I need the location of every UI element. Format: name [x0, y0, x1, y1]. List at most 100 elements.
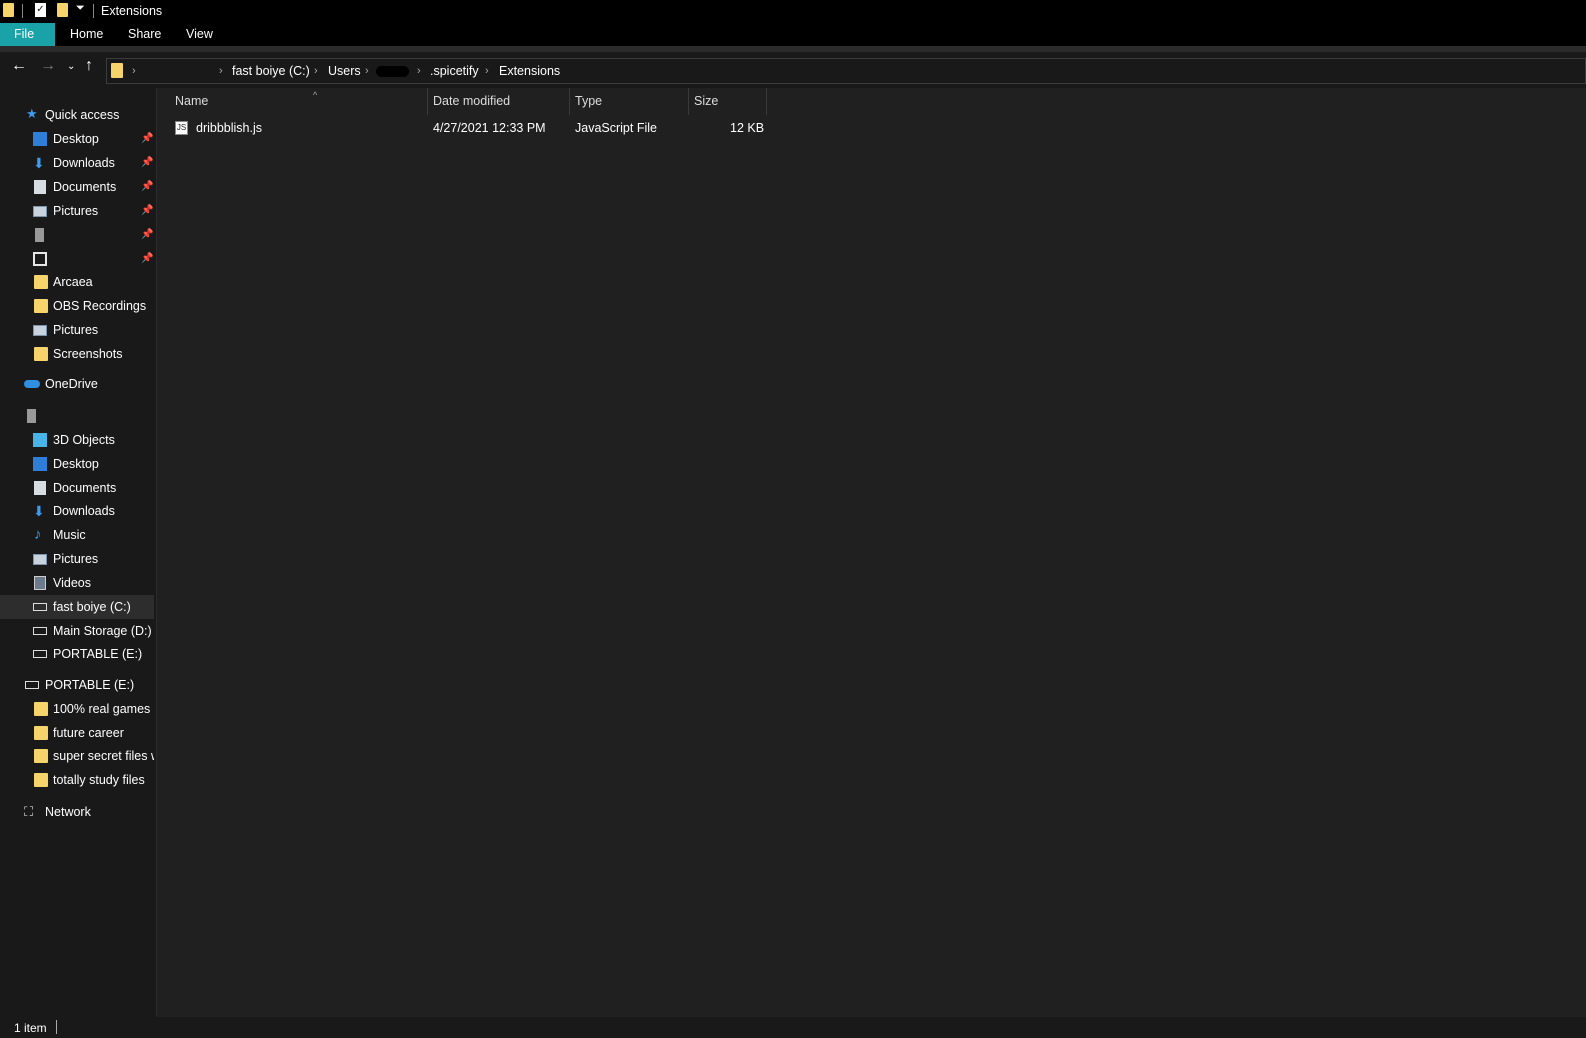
column-header-size[interactable]: Size	[694, 88, 764, 115]
computer-icon	[27, 409, 36, 423]
tab-share[interactable]: Share	[114, 23, 175, 46]
recent-locations-chevron-icon[interactable]: ⌄	[67, 61, 75, 72]
recycle-bin-icon	[33, 252, 47, 266]
cube-icon	[33, 433, 47, 447]
sidebar-item-pc-desktop[interactable]: Desktop	[0, 452, 154, 476]
tab-view[interactable]: View	[172, 23, 227, 46]
sidebar-item-real-games[interactable]: 100% real games nc	[0, 697, 154, 721]
sort-ascending-icon: ^	[313, 90, 318, 100]
item-count: 1 item	[14, 1021, 47, 1035]
sidebar-item-screenshots[interactable]: Screenshots	[0, 342, 154, 366]
address-bar[interactable]: › › fast boiye (C:) › Users › › .spiceti…	[106, 58, 1586, 84]
sidebar-item-future-career[interactable]: future career	[0, 721, 154, 745]
pin-icon: 📌	[141, 205, 154, 216]
folder-icon	[3, 3, 14, 17]
file-list: Name ^ Date modified Type Size JS dribbb…	[157, 88, 1586, 1017]
chevron-right-icon[interactable]: ›	[485, 59, 489, 83]
pictures-icon	[33, 206, 47, 217]
sidebar-item-documents[interactable]: Documents 📌	[0, 175, 154, 199]
column-divider[interactable]	[427, 88, 428, 115]
network-icon: ⛶	[24, 804, 34, 819]
sidebar-item-drive-c[interactable]: fast boiye (C:)	[0, 595, 154, 619]
breadcrumb-users[interactable]: Users	[328, 59, 361, 83]
status-bar: 1 item	[0, 1017, 1586, 1038]
back-arrow-icon[interactable]: ←	[11, 57, 27, 75]
up-arrow-icon[interactable]: ↑	[85, 57, 93, 75]
folder-icon	[34, 347, 48, 361]
navigation-pane: ★ Quick access Desktop 📌 ⬇ Downloads 📌 D…	[0, 88, 157, 1017]
sidebar-item-this-pc[interactable]	[0, 404, 154, 428]
javascript-file-icon: JS	[175, 121, 188, 135]
sidebar-item-desktop[interactable]: Desktop 📌	[0, 127, 154, 151]
sidebar-item-drive-e[interactable]: PORTABLE (E:)	[0, 642, 154, 666]
pictures-icon	[33, 325, 47, 336]
star-icon: ★	[26, 106, 38, 121]
sidebar-item-pinned-unnamed[interactable]: 📌	[0, 223, 154, 247]
download-arrow-icon: ⬇	[33, 155, 45, 171]
breadcrumb-drive[interactable]: fast boiye (C:)	[232, 59, 310, 83]
sidebar-item-pc-pictures[interactable]: Pictures	[0, 547, 154, 571]
sidebar-item-drive-d[interactable]: Main Storage (D:)	[0, 619, 154, 643]
sidebar-item-onedrive[interactable]: OneDrive	[0, 372, 154, 396]
divider	[93, 4, 94, 18]
sidebar-item-secret-files[interactable]: super secret files wi	[0, 744, 154, 768]
desktop-icon	[33, 132, 47, 146]
breadcrumb-extensions[interactable]: Extensions	[499, 59, 560, 83]
forward-arrow-icon[interactable]: →	[40, 57, 56, 75]
column-header-date[interactable]: Date modified	[433, 88, 568, 115]
pin-icon: 📌	[141, 181, 154, 192]
sidebar-item-pc-downloads[interactable]: ⬇ Downloads	[0, 499, 154, 523]
sidebar-item-arcaea[interactable]: Arcaea	[0, 270, 154, 294]
document-icon	[34, 180, 46, 194]
sidebar-item-quick-access[interactable]: ★ Quick access	[0, 103, 154, 127]
breadcrumb-spicetify[interactable]: .spicetify	[430, 59, 479, 83]
column-divider[interactable]	[569, 88, 570, 115]
sidebar-item-pc-documents[interactable]: Documents	[0, 476, 154, 500]
folder-icon	[34, 702, 48, 716]
chevron-right-icon[interactable]: ›	[314, 59, 318, 83]
sidebar-item-downloads[interactable]: ⬇ Downloads 📌	[0, 151, 154, 175]
folder-icon	[34, 726, 48, 740]
chevron-right-icon[interactable]: ›	[417, 59, 421, 83]
folder-icon	[111, 63, 123, 78]
sidebar-item-3d-objects[interactable]: 3D Objects	[0, 428, 154, 452]
sidebar-item-study-files[interactable]: totally study files	[0, 768, 154, 792]
drive-icon	[33, 650, 47, 658]
column-header-type[interactable]: Type	[575, 88, 687, 115]
chevron-right-icon[interactable]: ›	[365, 59, 369, 83]
file-date: 4/27/2021 12:33 PM	[433, 121, 546, 135]
chevron-right-icon[interactable]: ›	[132, 59, 136, 83]
properties-icon[interactable]: ✓	[35, 3, 46, 17]
sidebar-item-pictures[interactable]: Pictures 📌	[0, 199, 154, 223]
chevron-right-icon[interactable]: ›	[219, 59, 223, 83]
file-row[interactable]: JS dribbblish.js 4/27/2021 12:33 PM Java…	[171, 117, 767, 139]
file-size: 12 KB	[730, 121, 765, 135]
pin-icon: 📌	[141, 133, 154, 144]
sidebar-item-network[interactable]: ⛶ Network	[0, 800, 154, 824]
sidebar-item-portable[interactable]: PORTABLE (E:)	[0, 673, 154, 697]
tab-file[interactable]: File	[0, 23, 55, 46]
new-folder-icon[interactable]	[57, 3, 68, 17]
column-header-name[interactable]: Name ^	[175, 88, 425, 115]
divider	[22, 4, 23, 18]
sidebar-item-obs-recordings[interactable]: OBS Recordings	[0, 294, 154, 318]
tab-home[interactable]: Home	[56, 23, 117, 46]
sidebar-item-recycle-bin[interactable]: 📌	[0, 247, 154, 271]
pictures-icon	[33, 554, 47, 565]
navigation-bar: ← → ⌄ ↑ › › fast boiye (C:) › Users › › …	[0, 46, 1586, 88]
sidebar-item-pictures-2[interactable]: Pictures	[0, 318, 154, 342]
window-title: Extensions	[101, 4, 163, 18]
folder-icon	[34, 749, 48, 763]
sidebar-item-music[interactable]: ♪ Music	[0, 523, 154, 547]
folder-icon	[34, 275, 48, 289]
drive-icon	[25, 681, 39, 689]
folder-icon	[34, 773, 48, 787]
column-divider[interactable]	[688, 88, 689, 115]
redacted-username[interactable]	[376, 66, 409, 77]
column-divider[interactable]	[766, 88, 767, 115]
drive-icon	[33, 627, 47, 635]
customize-arrow-icon[interactable]: ⏷	[76, 2, 85, 15]
sidebar-item-videos[interactable]: Videos	[0, 571, 154, 595]
title-bar: ✓ ⏷ Extensions	[0, 0, 1586, 23]
download-arrow-icon: ⬇	[33, 503, 45, 519]
